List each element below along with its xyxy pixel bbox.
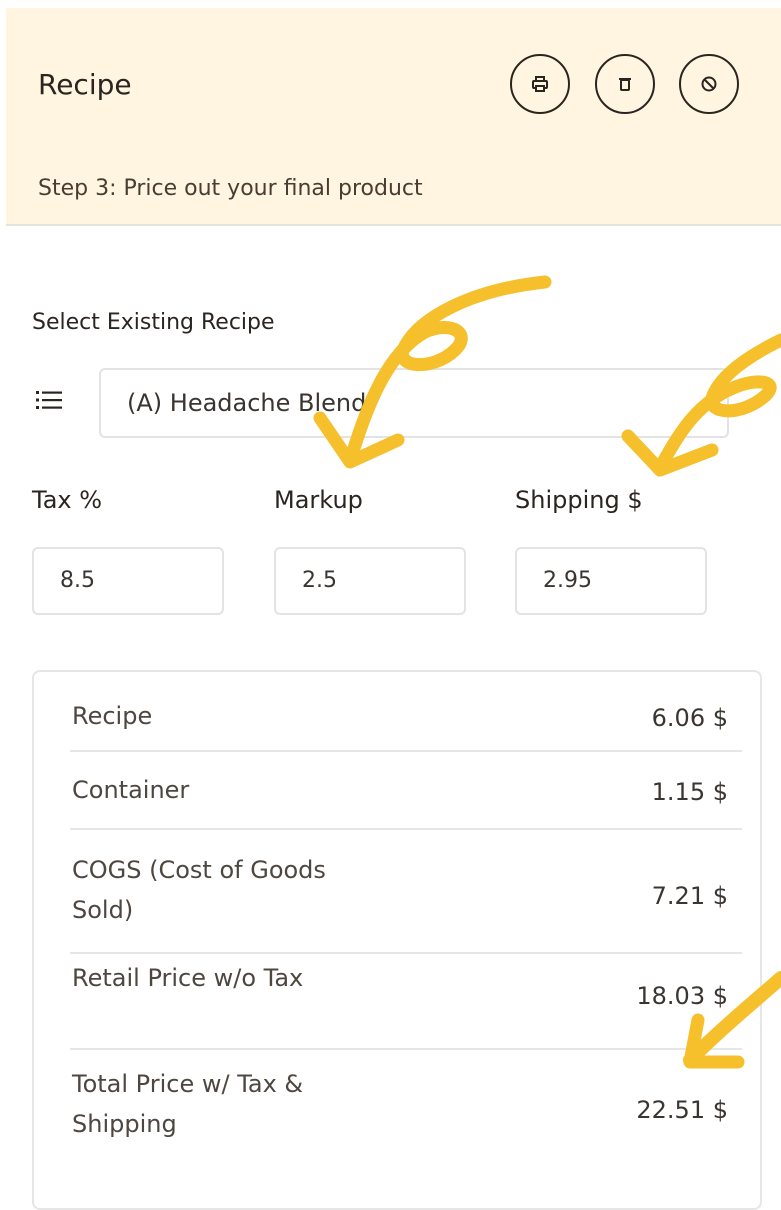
markup-label: Markup xyxy=(274,486,363,514)
summary-label: Retail Price w/o Tax xyxy=(72,964,304,992)
summary-row-total: Total Price w/ Tax & Shipping 22.51 $ xyxy=(70,1050,742,1180)
print-icon xyxy=(532,76,548,92)
summary-label: Total Price w/ Tax & Shipping xyxy=(72,1070,304,1138)
step-instructions: Step 3: Price out your final product xyxy=(38,176,423,201)
recipe-select[interactable]: (A) Headache Blend xyxy=(99,368,729,438)
summary-value: 22.51 $ xyxy=(636,1096,728,1124)
summary-value: 1.15 $ xyxy=(651,778,728,806)
tax-label: Tax % xyxy=(32,486,103,514)
recipe-header: Recipe Step 3: Price out your final prod… xyxy=(6,8,781,226)
summary-label: Container xyxy=(72,776,190,804)
page-title: Recipe xyxy=(38,68,132,101)
summary-value: 6.06 $ xyxy=(651,704,728,732)
summary-row-container: Container 1.15 $ xyxy=(70,752,742,830)
price-summary-table: Recipe 6.06 $ Container 1.15 $ COGS (Cos… xyxy=(32,670,762,1210)
tax-input[interactable]: 8.5 xyxy=(32,547,224,615)
summary-value: 7.21 $ xyxy=(651,882,728,910)
summary-row-retail: Retail Price w/o Tax 18.03 $ xyxy=(70,954,742,1050)
cancel-icon xyxy=(701,76,717,92)
list-icon xyxy=(36,391,62,409)
delete-button[interactable] xyxy=(595,54,655,114)
shipping-input[interactable]: 2.95 xyxy=(515,547,707,615)
summary-value: 18.03 $ xyxy=(636,982,728,1010)
cancel-button[interactable] xyxy=(679,54,739,114)
summary-label: COGS (Cost of Goods Sold) xyxy=(72,856,326,924)
markup-input[interactable]: 2.5 xyxy=(274,547,466,615)
summary-row-recipe: Recipe 6.06 $ xyxy=(70,680,742,752)
print-button[interactable] xyxy=(510,54,570,114)
summary-label: Recipe xyxy=(72,702,153,730)
summary-row-cogs: COGS (Cost of Goods Sold) 7.21 $ xyxy=(70,830,742,954)
shipping-label: Shipping $ xyxy=(515,486,643,514)
recipe-select-label: Select Existing Recipe xyxy=(32,310,275,335)
trash-icon xyxy=(619,78,631,91)
